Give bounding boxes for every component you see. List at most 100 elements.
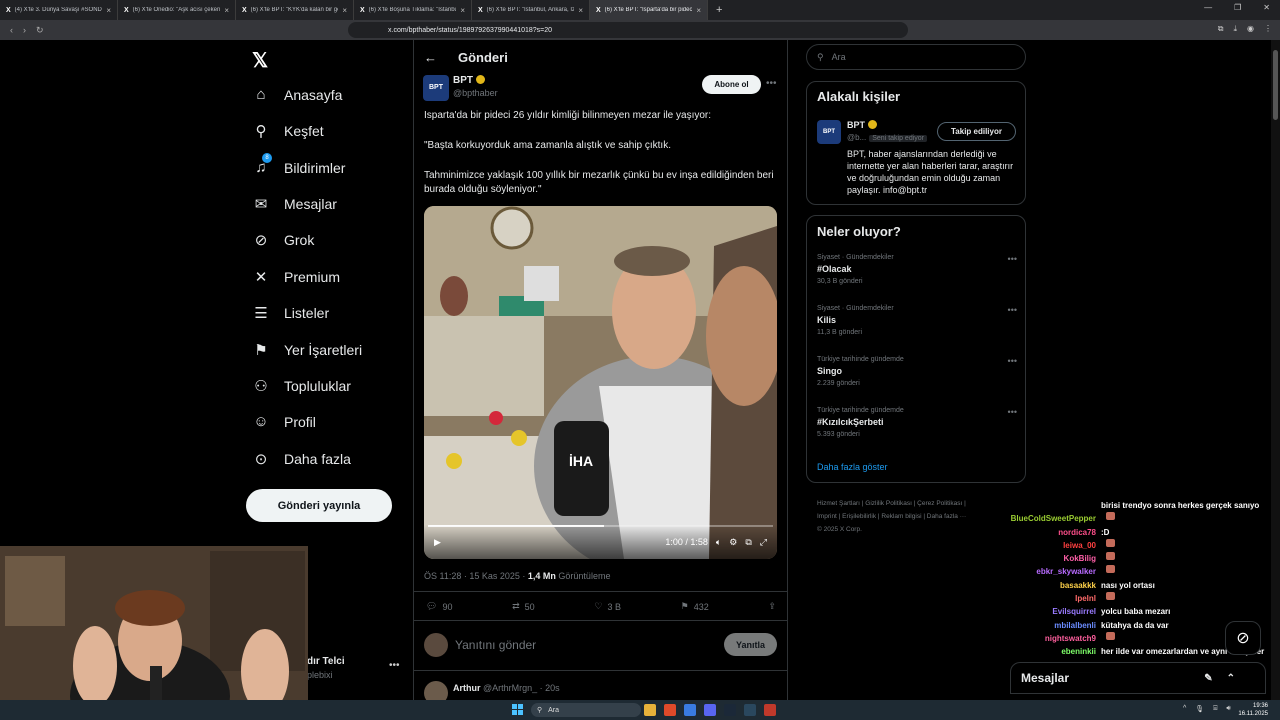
post-more-icon[interactable]: ••• xyxy=(766,78,777,89)
edge-icon[interactable] xyxy=(684,704,696,716)
discord-icon[interactable] xyxy=(704,704,716,716)
extension-icon[interactable]: ⧉ xyxy=(1218,24,1224,34)
close-tab-icon[interactable]: × xyxy=(578,6,583,15)
trend-more-icon[interactable]: ••• xyxy=(1008,305,1017,315)
close-window-icon[interactable]: ✕ xyxy=(1263,3,1270,12)
chat-username[interactable]: Evilsquirrel xyxy=(996,605,1096,618)
forward-icon[interactable]: › xyxy=(23,25,26,35)
like-action[interactable]: ♡ 3 B xyxy=(594,601,621,612)
account-more-icon[interactable]: ••• xyxy=(389,660,400,671)
author-avatar[interactable]: BPT xyxy=(423,75,449,101)
pip-icon[interactable]: ⧉ xyxy=(745,537,751,548)
chevron-up-icon[interactable]: ^ xyxy=(1183,705,1186,713)
windows-start-icon[interactable] xyxy=(512,704,523,715)
nav-home[interactable]: ⌂ Anasayfa xyxy=(252,86,342,103)
back-arrow-icon[interactable]: ← xyxy=(424,50,437,65)
author-name[interactable]: BPT xyxy=(453,75,485,86)
play-icon[interactable]: ▶ xyxy=(434,537,441,548)
reply-action[interactable]: 💬︎ 90 xyxy=(426,601,452,612)
reply-author[interactable]: Arthur @ArthrMrgn_ · 20s xyxy=(453,683,560,693)
trend-item[interactable]: Türkiye tarihinde gündemde Singo 2.239 gön… xyxy=(817,356,1017,387)
settings-icon[interactable]: ⚙ xyxy=(729,537,737,548)
chat-username[interactable]: ebkr_skywalker xyxy=(996,565,1096,578)
nav-grok[interactable]: ⊘ Grok xyxy=(252,231,315,249)
account-name[interactable]: dır Telci xyxy=(307,656,345,667)
grok-fab-icon[interactable]: ⊘ xyxy=(1225,621,1261,655)
compose-message-icon[interactable]: ✎ xyxy=(1204,673,1212,684)
chat-username[interactable]: leiwa_00 xyxy=(996,539,1096,552)
chat-username[interactable] xyxy=(996,499,1096,512)
file-explorer-icon[interactable] xyxy=(644,704,656,716)
trend-more-icon[interactable]: ••• xyxy=(1008,254,1017,264)
chat-username[interactable]: BlueColdSweetPepper xyxy=(996,512,1096,525)
nav-more[interactable]: ⊙ Daha fazla xyxy=(252,450,351,468)
close-tab-icon[interactable]: × xyxy=(106,6,111,15)
reply-input[interactable]: Yanıtını gönder xyxy=(455,638,536,652)
messages-drawer[interactable]: Mesajlar ✎ ⌃ xyxy=(1010,662,1266,694)
profile-icon[interactable]: ◉ xyxy=(1247,24,1254,34)
show-more-link[interactable]: Daha fazla göster xyxy=(817,462,888,472)
mic-icon[interactable]: 🎙︎ xyxy=(1195,705,1204,713)
author-handle[interactable]: @bpthaber xyxy=(453,88,498,98)
nav-communities[interactable]: ⚇ Topluluklar xyxy=(252,377,351,395)
browser-tab[interactable]: X(6) X'te BPT: "KYK'da kalan bir genç"× xyxy=(236,0,354,20)
address-bar[interactable]: x.com/bpthaber/status/198979263799044101… xyxy=(348,22,908,38)
bookmark-action[interactable]: ⚑ 432 xyxy=(681,601,709,612)
chat-username[interactable]: Ipelnl xyxy=(996,592,1096,605)
trend-more-icon[interactable]: ••• xyxy=(1008,407,1017,417)
fullscreen-icon[interactable]: ⤢ xyxy=(760,537,767,548)
scrollbar[interactable] xyxy=(1271,40,1280,700)
trend-item[interactable]: Siyaset · Gündemdekiler #Olacak 30,3 B gön… xyxy=(817,254,1017,285)
browser-tab[interactable]: X(6) X'te Onedio: "Aşk acısı çeken genç"… xyxy=(118,0,236,20)
trend-item[interactable]: Siyaset · Gündemdekiler Kilis 11,3 B gönde… xyxy=(817,305,1017,336)
nav-profile[interactable]: ☺ Profil xyxy=(252,413,316,430)
browser-tab[interactable]: X (4) X'te 3. Dünya Savaşı #SOND × xyxy=(0,0,118,20)
trend-more-icon[interactable]: ••• xyxy=(1008,356,1017,366)
browser-tab-active[interactable]: X (6) X'te BPT: "Isparta'da bir pideci" × xyxy=(590,0,708,20)
volume-icon[interactable]: 🔈︎ xyxy=(716,537,721,548)
nav-lists[interactable]: ☰ Listeler xyxy=(252,304,329,322)
nav-premium[interactable]: ✕ Premium xyxy=(252,268,340,286)
following-button[interactable]: Takip ediliyor xyxy=(937,122,1016,141)
close-tab-icon[interactable]: × xyxy=(460,6,465,15)
new-tab-icon[interactable]: + xyxy=(716,4,722,16)
share-icon[interactable]: ⇪ xyxy=(768,601,776,612)
volume-icon[interactable]: 🔊︎ xyxy=(1226,705,1230,713)
search-input[interactable]: ⚲ Ara xyxy=(806,44,1026,70)
subscribe-button[interactable]: Abone ol xyxy=(702,75,761,94)
app-icon[interactable] xyxy=(764,704,776,716)
nav-explore[interactable]: ⚲ Keşfet xyxy=(252,122,324,140)
trend-item[interactable]: Türkiye tarihinde gündemde #KızılcıkŞerbe… xyxy=(817,407,1017,438)
steam-app-icon[interactable] xyxy=(744,704,756,716)
steam-icon[interactable] xyxy=(724,704,736,716)
minimize-icon[interactable]: — xyxy=(1204,3,1212,12)
menu-icon[interactable]: ⋮ xyxy=(1264,24,1272,34)
expand-up-icon[interactable]: ⌃ xyxy=(1227,673,1235,684)
chat-username[interactable]: mbilalbenli xyxy=(996,619,1096,632)
post-button[interactable]: Gönderi yayınla xyxy=(246,489,392,522)
close-tab-icon[interactable]: × xyxy=(342,6,347,15)
related-name[interactable]: BPT xyxy=(847,120,877,130)
reload-icon[interactable]: ↻ xyxy=(36,25,44,36)
chat-username[interactable]: ebeninkii xyxy=(996,645,1096,658)
taskbar-search[interactable]: ⚲ Ara xyxy=(531,703,641,717)
chat-username[interactable]: KokBilig xyxy=(996,552,1096,565)
x-logo[interactable]: 𝕏 xyxy=(252,48,268,73)
reply-button[interactable]: Yanıtla xyxy=(724,633,777,656)
nav-bookmarks[interactable]: ⚑ Yer İşaretleri xyxy=(252,341,362,359)
close-tab-icon[interactable]: × xyxy=(224,6,229,15)
browser-tab[interactable]: X(6) X'te Boşuna Tıklama: "İstanbul'da"× xyxy=(354,0,472,20)
back-icon[interactable]: ‹ xyxy=(10,25,13,35)
chat-username[interactable]: nordica78 xyxy=(996,526,1096,539)
chat-username[interactable]: nightswatch9 xyxy=(996,632,1096,645)
repost-action[interactable]: ⇄ 50 xyxy=(512,601,535,612)
taskbar-clock[interactable]: 19:36 16.11.2025 xyxy=(1238,702,1268,718)
nav-notifications[interactable]: ♫ 8 Bildirimler xyxy=(252,153,345,176)
browser-tab[interactable]: X(6) X'te BPT: "İstanbul, Ankara, İzmir"… xyxy=(472,0,590,20)
scrollbar-thumb[interactable] xyxy=(1273,50,1278,120)
chat-username[interactable]: basaakkk xyxy=(996,579,1096,592)
restore-icon[interactable]: ❐ xyxy=(1234,3,1241,12)
close-tab-icon[interactable]: × xyxy=(696,6,701,15)
brave-icon[interactable] xyxy=(664,704,676,716)
nav-messages[interactable]: ✉ Mesajlar xyxy=(252,195,337,213)
